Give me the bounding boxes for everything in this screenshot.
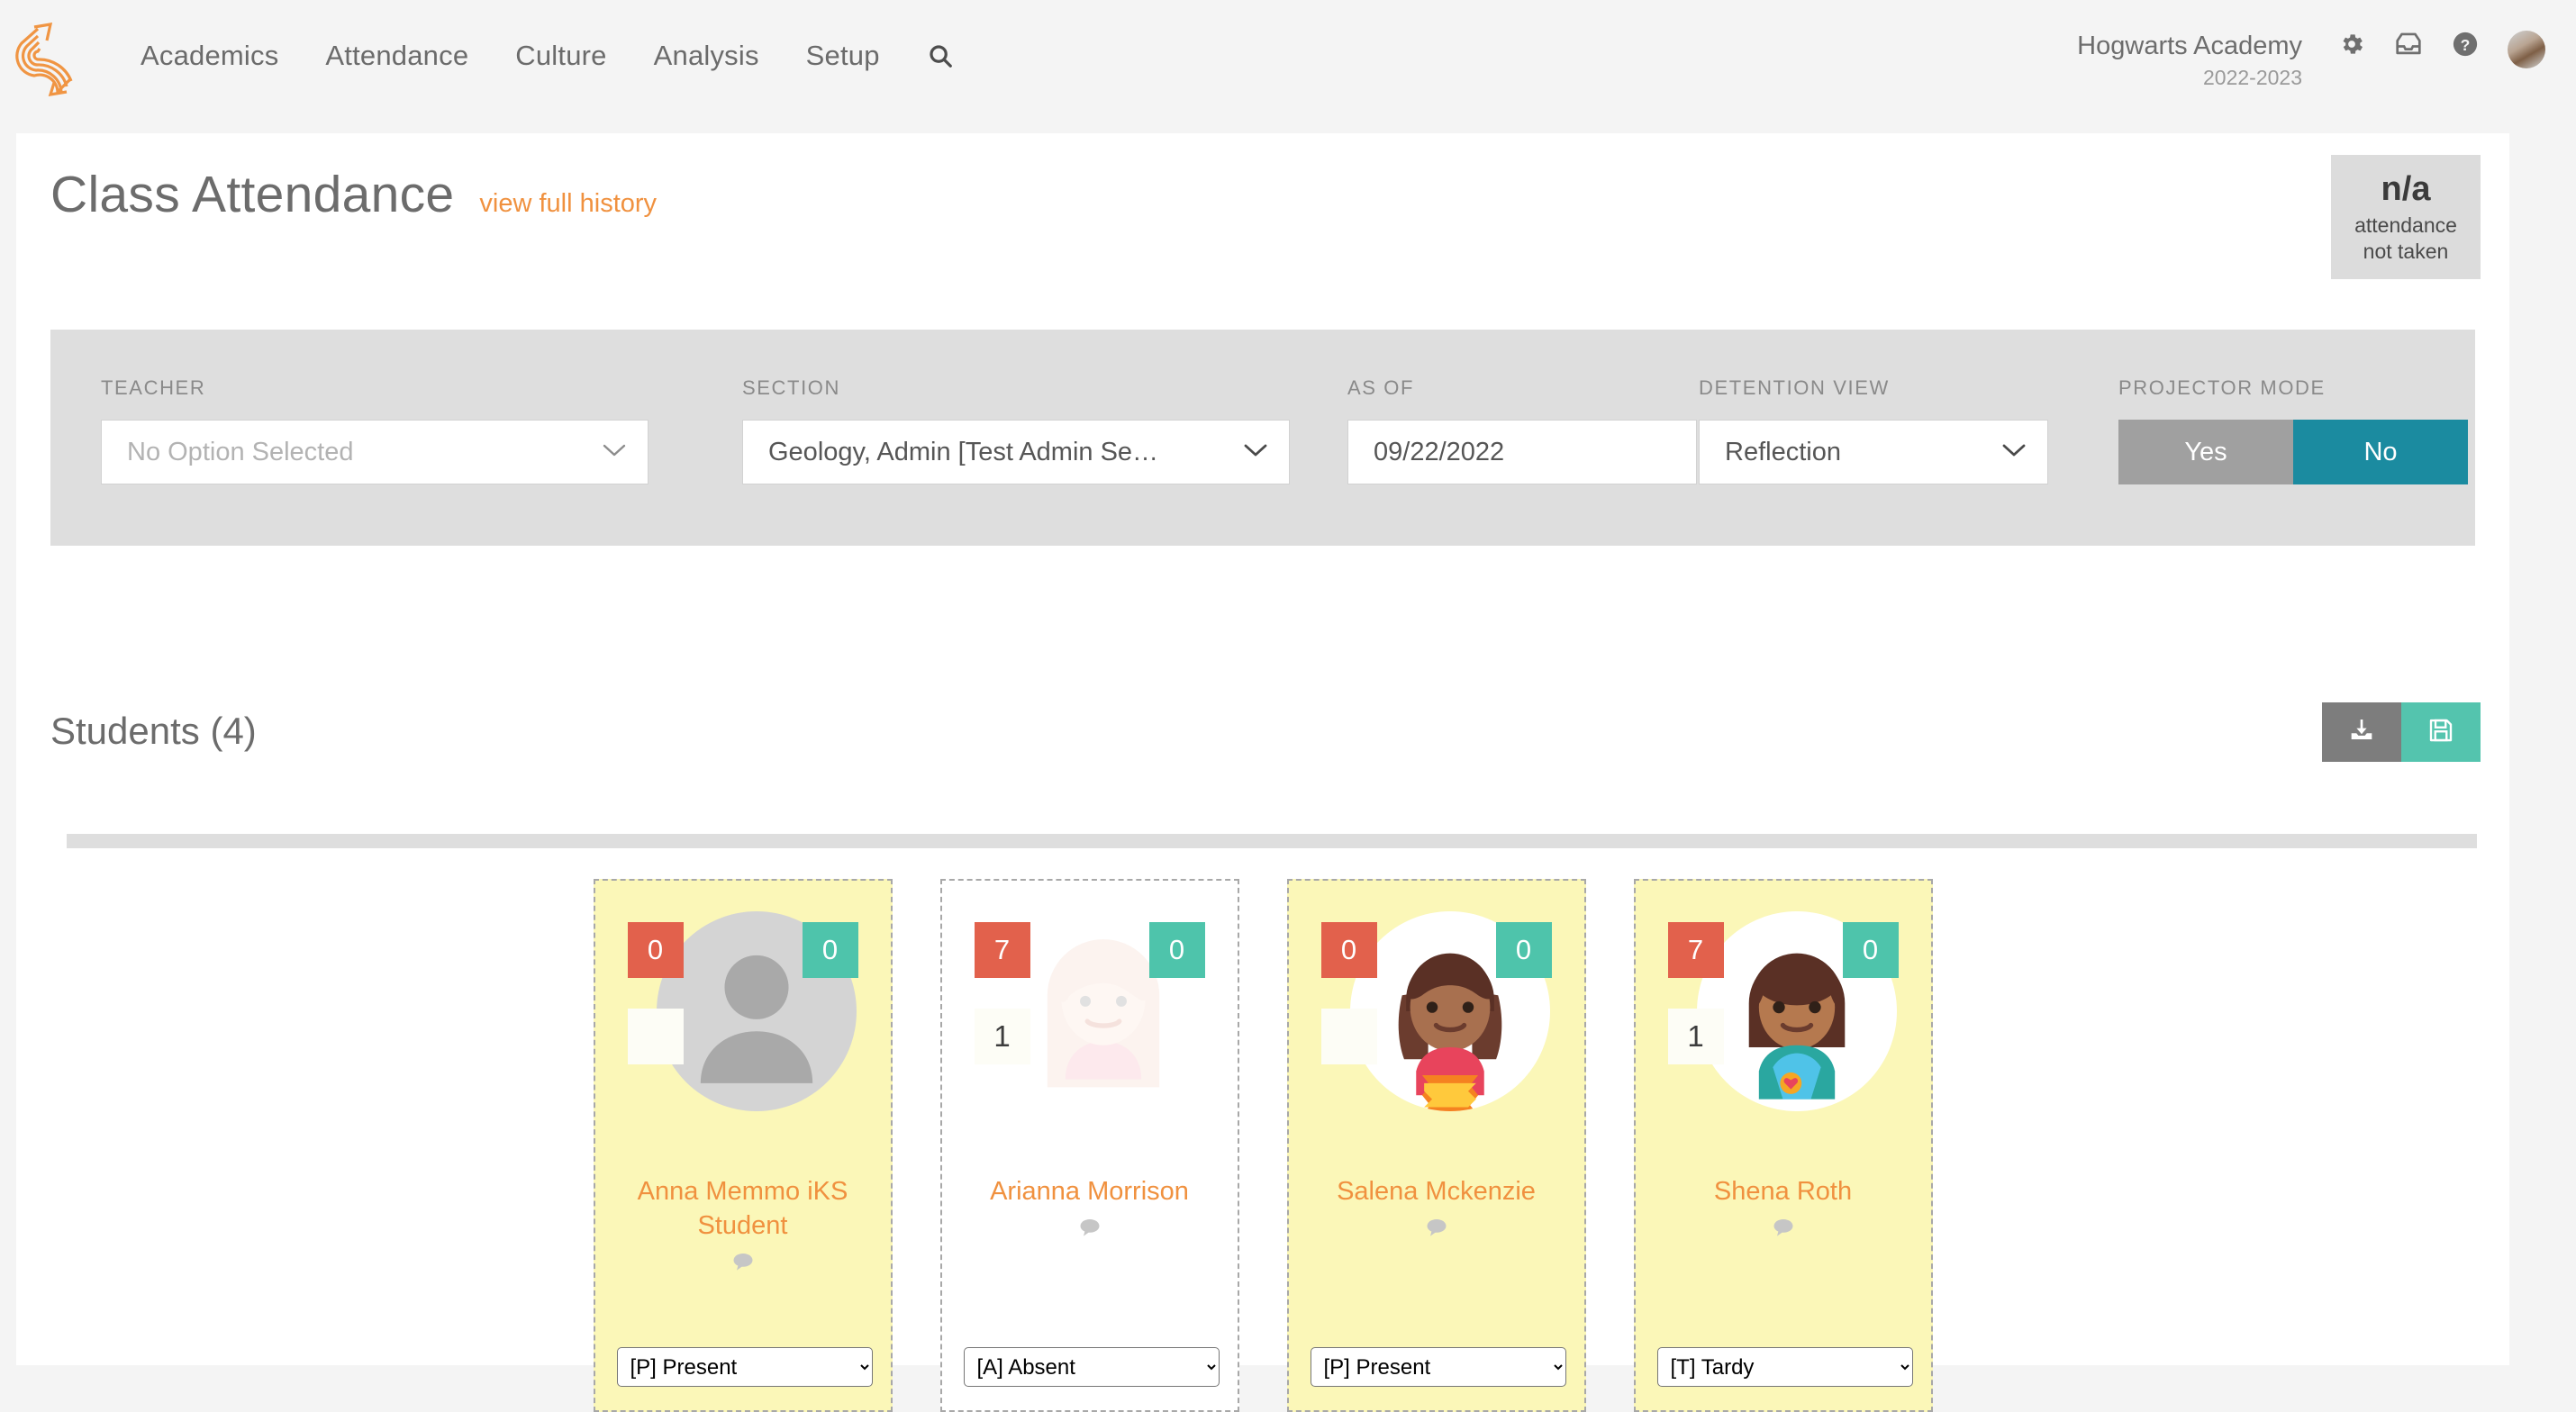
nav-item-attendance[interactable]: Attendance <box>302 40 492 72</box>
filter-section-label: SECTION <box>742 376 1290 400</box>
teacher-select-value: No Option Selected <box>127 438 353 467</box>
filter-teacher: TEACHER No Option Selected <box>101 376 649 484</box>
avatar-area: 0 0 <box>1316 908 1557 1149</box>
page-title: Class Attendance <box>50 165 454 224</box>
attendance-status-select[interactable]: [P] Present[A] Absent[T] Tardy <box>964 1347 1220 1387</box>
students-section-title: Students (4) <box>50 710 257 753</box>
filter-projector-mode: PROJECTOR MODE Yes No <box>2118 376 2468 484</box>
side-count-badge <box>628 1009 684 1064</box>
present-count-badge: 0 <box>1843 922 1899 978</box>
comment-bubble-icon[interactable] <box>731 1252 755 1276</box>
filter-detention-view-label: DETENTION VIEW <box>1699 376 2048 400</box>
student-card[interactable]: 7 0 1 Arianna Morrison [P] Present[A] Ab… <box>940 879 1239 1412</box>
status-badge: n/a attendance not taken <box>2331 155 2481 279</box>
help-icon[interactable]: ? <box>2452 31 2479 58</box>
student-card[interactable]: 0 0 Salena Mckenzie [P] Present[A] Absen… <box>1287 879 1586 1412</box>
side-count-badge: 1 <box>975 1009 1030 1064</box>
nav-item-analysis[interactable]: Analysis <box>630 40 783 72</box>
filter-section: SECTION Geology, Admin [Test Admin Se… <box>742 376 1290 484</box>
student-name[interactable]: Shena Roth <box>1653 1174 1914 1208</box>
nav-right-cluster: Hogwarts Academy 2022-2023 ? <box>2077 31 2545 92</box>
save-button[interactable] <box>2401 702 2481 762</box>
student-name[interactable]: Arianna Morrison <box>959 1174 1220 1208</box>
absence-count-badge: 0 <box>1321 922 1377 978</box>
section-select-value: Geology, Admin [Test Admin Se… <box>768 438 1158 467</box>
section-divider <box>67 834 2477 848</box>
inbox-icon[interactable] <box>2394 31 2423 58</box>
avatar-area: 0 0 <box>622 908 864 1149</box>
absence-count-badge: 0 <box>628 922 684 978</box>
side-count-badge <box>1321 1009 1377 1064</box>
search-icon[interactable] <box>903 42 977 69</box>
download-button[interactable] <box>2322 702 2401 762</box>
view-full-history-link[interactable]: view full history <box>479 189 657 219</box>
as-of-date-value: 09/22/2022 <box>1374 438 1504 467</box>
gear-icon[interactable] <box>2338 31 2365 58</box>
projector-mode-no[interactable]: No <box>2293 420 2468 484</box>
student-card[interactable]: 7 0 1 Shena Roth [P] Present[A] Absent[T… <box>1634 879 1933 1412</box>
status-badge-label-line1: attendance <box>2354 213 2457 237</box>
side-count-badge: 1 <box>1668 1009 1724 1064</box>
page-content: Class Attendance view full history n/a a… <box>16 133 2509 1365</box>
filter-teacher-label: TEACHER <box>101 376 649 400</box>
spiral-s-logo[interactable] <box>7 16 85 97</box>
attendance-status-select[interactable]: [P] Present[A] Absent[T] Tardy <box>617 1347 873 1387</box>
status-badge-value: n/a <box>2381 169 2431 209</box>
school-name: Hogwarts Academy <box>2077 31 2302 61</box>
download-icon <box>2347 716 2376 749</box>
detention-view-value: Reflection <box>1725 438 1841 467</box>
present-count-badge: 0 <box>1496 922 1552 978</box>
nav-item-setup[interactable]: Setup <box>783 40 903 72</box>
svg-text:?: ? <box>2461 36 2471 54</box>
avatar-area: 7 0 1 <box>969 908 1211 1149</box>
present-count-badge: 0 <box>1149 922 1205 978</box>
attendance-status-select[interactable]: [P] Present[A] Absent[T] Tardy <box>1311 1347 1566 1387</box>
primary-nav-links: Academics Attendance Culture Analysis Se… <box>117 40 977 72</box>
school-info: Hogwarts Academy 2022-2023 <box>2077 31 2302 92</box>
status-badge-label-line2: not taken <box>2363 240 2449 263</box>
as-of-date-input[interactable]: 09/22/2022 <box>1347 420 1697 484</box>
projector-mode-toggle: Yes No <box>2118 420 2468 484</box>
nav-item-academics[interactable]: Academics <box>117 40 302 72</box>
floppy-save-icon <box>2427 717 2454 748</box>
detention-view-select[interactable]: Reflection <box>1699 420 2048 484</box>
chevron-down-icon <box>2002 443 2026 462</box>
status-badge-label: attendance not taken <box>2354 213 2457 265</box>
projector-mode-yes[interactable]: Yes <box>2118 420 2293 484</box>
comment-bubble-icon[interactable] <box>1425 1217 1448 1242</box>
filter-as-of: AS OF 09/22/2022 <box>1347 376 1697 484</box>
chevron-down-icon <box>603 443 626 462</box>
school-year: 2022-2023 <box>2077 63 2302 92</box>
filter-detention-view: DETENTION VIEW Reflection <box>1699 376 2048 484</box>
teacher-select[interactable]: No Option Selected <box>101 420 649 484</box>
filter-as-of-label: AS OF <box>1347 376 1697 400</box>
filter-projector-mode-label: PROJECTOR MODE <box>2118 376 2468 400</box>
comment-bubble-icon[interactable] <box>1772 1217 1795 1242</box>
students-action-buttons <box>2322 702 2481 762</box>
attendance-status-select[interactable]: [P] Present[A] Absent[T] Tardy <box>1657 1347 1913 1387</box>
filter-bar: TEACHER No Option Selected SECTION Geolo… <box>50 330 2475 546</box>
nav-item-culture[interactable]: Culture <box>492 40 630 72</box>
page-title-row: Class Attendance view full history <box>50 165 657 224</box>
section-select[interactable]: Geology, Admin [Test Admin Se… <box>742 420 1290 484</box>
student-cards-grid: 0 0 Anna Memmo iKS Student [P] Present[A… <box>16 879 2509 1412</box>
absence-count-badge: 7 <box>1668 922 1724 978</box>
present-count-badge: 0 <box>803 922 858 978</box>
avatar-area: 7 0 1 <box>1663 908 1904 1149</box>
student-name[interactable]: Salena Mckenzie <box>1306 1174 1567 1208</box>
student-card[interactable]: 0 0 Anna Memmo iKS Student [P] Present[A… <box>594 879 893 1412</box>
comment-bubble-icon[interactable] <box>1078 1217 1102 1242</box>
top-navigation-bar: Academics Attendance Culture Analysis Se… <box>0 0 2576 133</box>
absence-count-badge: 7 <box>975 922 1030 978</box>
student-name[interactable]: Anna Memmo iKS Student <box>612 1174 874 1243</box>
chevron-down-icon <box>1244 443 1267 462</box>
avatar[interactable] <box>2508 31 2545 68</box>
